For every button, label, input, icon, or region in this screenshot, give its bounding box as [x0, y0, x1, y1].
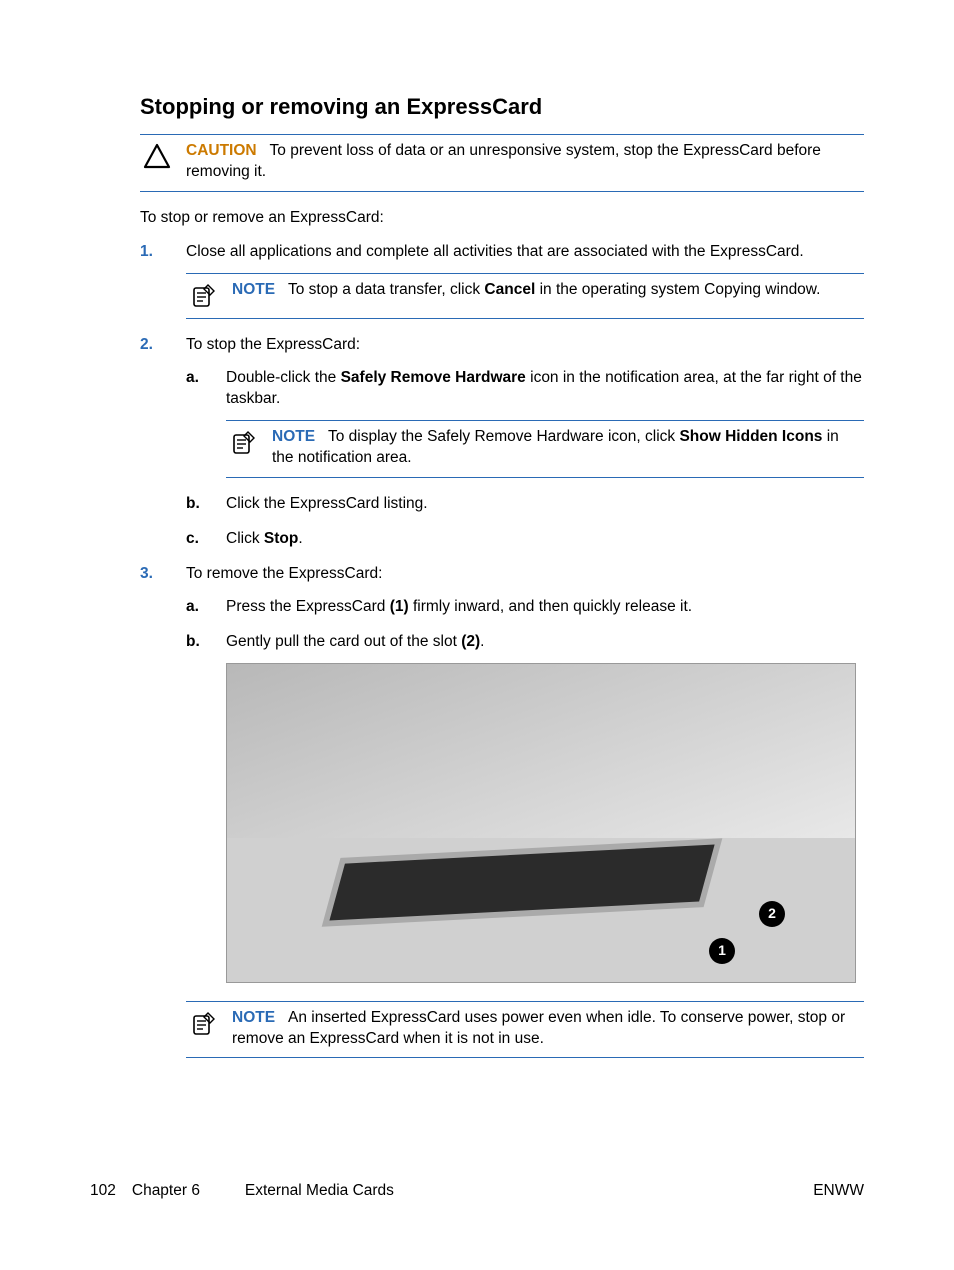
page-heading: Stopping or removing an ExpressCard — [140, 92, 864, 122]
step-3b-after: . — [480, 633, 484, 650]
note-text-bold: Cancel — [484, 281, 535, 298]
step-2c-bold: Stop — [264, 530, 298, 547]
caution-text: To prevent loss of data or an unresponsi… — [186, 142, 821, 180]
final-note-text: An inserted ExpressCard uses power even … — [232, 1009, 845, 1047]
note-icon — [186, 280, 220, 310]
step-3b-marker: b. — [186, 632, 200, 653]
step-2a-note: NOTE To display the Safely Remove Hardwa… — [226, 420, 864, 478]
final-note-label: NOTE — [232, 1009, 275, 1026]
step-3a-bold: (1) — [390, 598, 409, 615]
page-footer: 102 Chapter 6 External Media Cards ENWW — [90, 1181, 864, 1202]
expresscard-illustration: 1 2 — [226, 663, 856, 983]
step-3a-after: firmly inward, and then quickly release … — [409, 598, 692, 615]
step-3: 3. To remove the ExpressCard: a. Press t… — [140, 564, 864, 983]
step-2c-before: Click — [226, 530, 264, 547]
step-2: 2. To stop the ExpressCard: a. Double-cl… — [140, 335, 864, 549]
step-3a-before: Press the ExpressCard — [226, 598, 390, 615]
step-2-marker: 2. — [140, 335, 153, 356]
footer-right: ENWW — [813, 1181, 864, 1202]
step-1-text: Close all applications and complete all … — [186, 243, 804, 260]
step-2c-marker: c. — [186, 529, 199, 550]
step-1: 1. Close all applications and complete a… — [140, 242, 864, 319]
note-label: NOTE — [272, 428, 315, 445]
note-text-before: To stop a data transfer, click — [288, 281, 484, 298]
note-icon — [226, 427, 260, 457]
step-2a: a. Double-click the Safely Remove Hardwa… — [186, 368, 864, 478]
note2-bold: Show Hidden Icons — [679, 428, 822, 445]
step-2a-before: Double-click the — [226, 369, 341, 386]
illustration-badge-2: 2 — [759, 901, 785, 927]
step-2-text: To stop the ExpressCard: — [186, 336, 360, 353]
step-2a-marker: a. — [186, 368, 199, 389]
footer-page-number: 102 — [90, 1181, 116, 1202]
footer-title: External Media Cards — [245, 1181, 394, 1202]
step-2c: c. Click Stop. — [186, 529, 864, 550]
step-3a: a. Press the ExpressCard (1) firmly inwa… — [186, 597, 864, 618]
note-icon — [186, 1008, 220, 1038]
step-3a-marker: a. — [186, 597, 199, 618]
step-3-text: To remove the ExpressCard: — [186, 565, 382, 582]
step-2a-bold: Safely Remove Hardware — [341, 369, 526, 386]
note-text-after: in the operating system Copying window. — [535, 281, 820, 298]
step-1-note: NOTE To stop a data transfer, click Canc… — [186, 273, 864, 319]
intro-text: To stop or remove an ExpressCard: — [140, 208, 864, 229]
caution-icon — [140, 141, 174, 169]
step-1-marker: 1. — [140, 242, 153, 263]
step-2b-marker: b. — [186, 494, 200, 515]
step-3b-before: Gently pull the card out of the slot — [226, 633, 461, 650]
step-3b: b. Gently pull the card out of the slot … — [186, 632, 864, 983]
step-2b-text: Click the ExpressCard listing. — [226, 495, 428, 512]
step-3b-bold: (2) — [461, 633, 480, 650]
step-2c-after: . — [298, 530, 302, 547]
step-2b: b. Click the ExpressCard listing. — [186, 494, 864, 515]
step-3-marker: 3. — [140, 564, 153, 585]
footer-chapter: Chapter 6 — [132, 1181, 200, 1202]
note-label: NOTE — [232, 281, 275, 298]
illustration-badge-1: 1 — [709, 938, 735, 964]
caution-callout: CAUTION To prevent loss of data or an un… — [140, 134, 864, 192]
note2-before: To display the Safely Remove Hardware ic… — [328, 428, 679, 445]
caution-label: CAUTION — [186, 142, 257, 159]
final-note: NOTE An inserted ExpressCard uses power … — [186, 1001, 864, 1059]
